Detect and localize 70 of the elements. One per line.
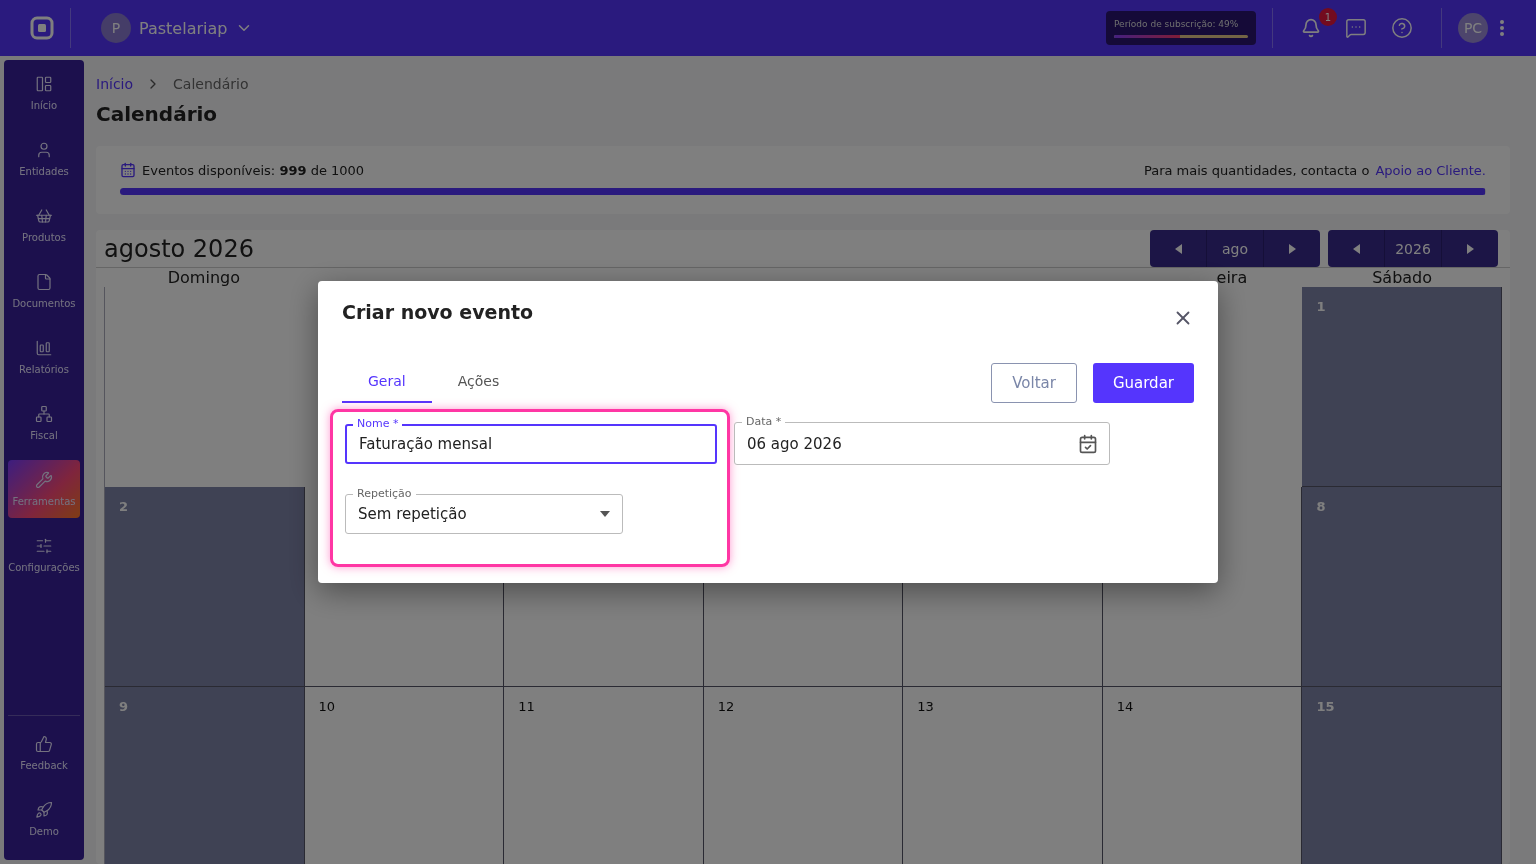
sidebar-item[interactable]: Fiscal: [8, 394, 80, 452]
events-available-text: Eventos disponíveis: 999 de 1000: [142, 162, 365, 178]
help-icon: [1391, 17, 1413, 39]
calendar-icon: [120, 162, 136, 178]
dialog-tab[interactable]: Geral: [342, 363, 432, 403]
calendar-title: agosto 2026: [104, 234, 254, 263]
weekday-header: Sábado: [1372, 268, 1433, 287]
bar-chart-icon: [35, 339, 53, 357]
day-number: 15: [1316, 699, 1335, 714]
calendar-day-cell[interactable]: 8: [1302, 487, 1502, 687]
layout-icon: [35, 75, 53, 93]
sliders-icon: [35, 537, 53, 555]
chat-icon: [1345, 17, 1367, 39]
dialog-tab[interactable]: Ações: [431, 363, 526, 403]
page-title: Calendário: [96, 102, 219, 126]
day-number: 14: [1116, 699, 1134, 714]
save-button[interactable]: Guardar: [1092, 363, 1194, 403]
sidebar-item[interactable]: Início: [8, 64, 80, 122]
dropdown-caret-icon: [600, 511, 610, 517]
weekday-header: eira: [1215, 268, 1248, 287]
year-label: 2026: [1384, 230, 1442, 267]
rocket-icon: [35, 801, 53, 819]
sidebar-item[interactable]: Demo: [8, 790, 80, 848]
calendar-day-cell[interactable]: 2: [105, 487, 305, 687]
notification-badge: 1: [1319, 8, 1337, 26]
sidebar-item[interactable]: Documentos: [8, 262, 80, 320]
document-icon: [35, 273, 53, 291]
network-icon: [35, 405, 53, 423]
sidebar-item[interactable]: Ferramentas: [8, 460, 80, 518]
logo-icon: [30, 16, 54, 40]
quota-note: Para mais quantidades, contacta o: [1143, 162, 1370, 178]
sidebar-item[interactable]: Configurações: [8, 526, 80, 584]
breadcrumb-link[interactable]: Início: [96, 76, 134, 92]
field-label: Repetição: [353, 487, 416, 501]
day-number: 1: [1316, 299, 1326, 314]
dialog-title: Criar novo evento: [342, 301, 534, 323]
support-link[interactable]: Apoio ao Cliente.: [1375, 162, 1486, 178]
day-number: 13: [917, 699, 934, 714]
company-selector[interactable]: P Pastelariap: [101, 13, 254, 43]
calendar-day-cell[interactable]: 9: [105, 687, 305, 864]
sidebar-item[interactable]: Entidades: [8, 130, 80, 188]
bell-icon: [1301, 18, 1321, 38]
calendar-day-cell[interactable]: 15: [1302, 687, 1502, 864]
caret-right-icon: [1288, 243, 1296, 254]
weekday-header: Domingo: [167, 268, 240, 287]
sidebar-item[interactable]: Relatórios: [8, 328, 80, 386]
calendar-day-cell[interactable]: 1: [1302, 287, 1502, 487]
company-name: Pastelariap: [139, 18, 228, 38]
company-avatar: P: [101, 13, 131, 43]
breadcrumb-current: Calendário: [173, 76, 249, 92]
calendar-icon: [1078, 433, 1098, 454]
day-number: 12: [717, 699, 735, 714]
thumbs-icon: [35, 735, 53, 753]
person-icon: [35, 141, 53, 159]
caret-left-icon: [1352, 243, 1360, 254]
day-number: 2: [119, 499, 129, 514]
back-button[interactable]: Voltar: [991, 363, 1077, 403]
day-number: 10: [318, 699, 336, 714]
more-icon: [1500, 20, 1504, 36]
day-number: 9: [119, 699, 129, 714]
caret-right-icon: [1466, 243, 1474, 254]
day-number: 11: [518, 699, 535, 714]
day-number: 8: [1316, 499, 1326, 514]
month-label: ago: [1206, 230, 1264, 267]
sidebar-item[interactable]: Feedback: [8, 724, 80, 782]
caret-left-icon: [1174, 243, 1182, 254]
wrench-icon: [35, 471, 53, 489]
basket-icon: [35, 207, 53, 225]
subscription-label: Período de subscrição: 49%: [1114, 19, 1240, 29]
sidebar-item[interactable]: Produtos: [8, 196, 80, 254]
